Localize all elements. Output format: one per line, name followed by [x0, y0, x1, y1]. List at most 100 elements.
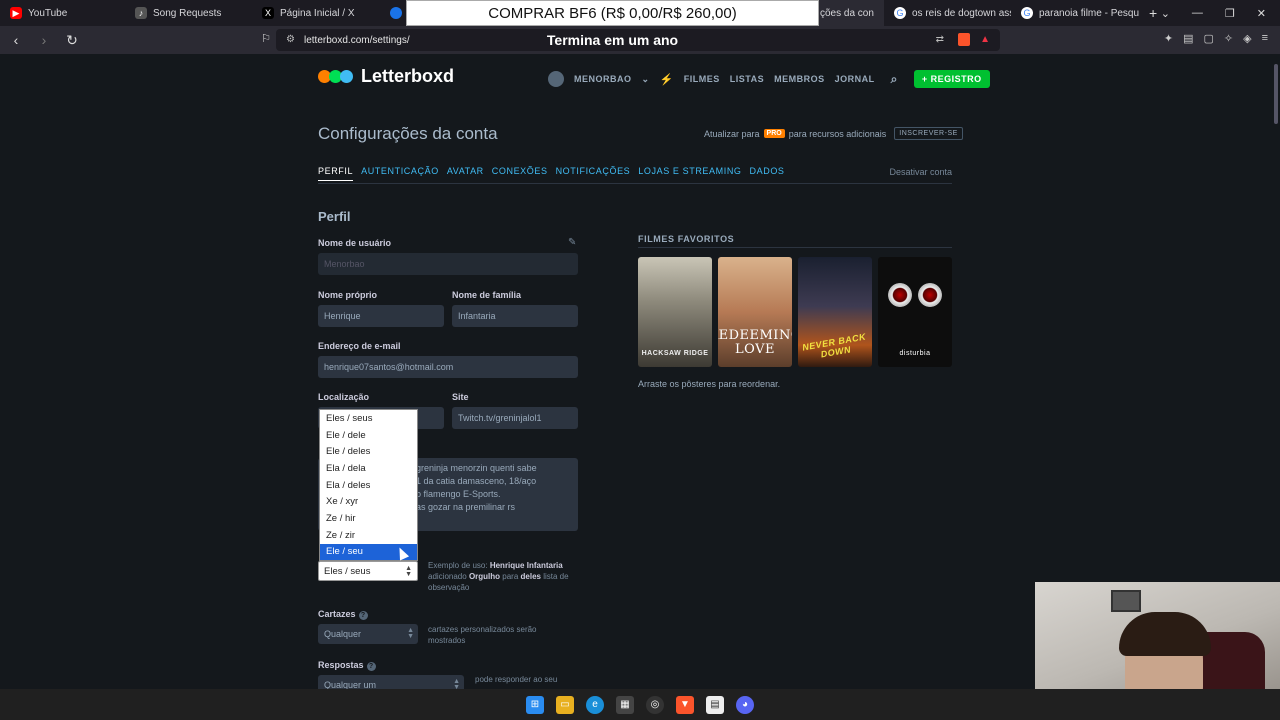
logo-dots-icon — [318, 70, 353, 83]
tab-paranoia[interactable]: G paranoia filme - Pesquisa — [1011, 0, 1139, 26]
register-button[interactable]: + REGISTRO — [913, 70, 990, 88]
pronoun-option[interactable]: Eles / seus — [320, 410, 417, 427]
pronoun-option[interactable]: Ela / dela — [320, 460, 417, 477]
deactivate-account-link[interactable]: Desativar conta — [889, 167, 952, 177]
tab-label: ções da con — [820, 7, 874, 19]
select-arrows-icon: ▲ ▼ — [407, 627, 414, 640]
tab-notifications[interactable]: NOTIFICAÇÕES — [556, 166, 631, 181]
tab-connections[interactable]: CONEXÕES — [492, 166, 548, 181]
file-explorer-icon[interactable]: ▭ — [556, 695, 574, 714]
minimize-icon[interactable]: — — [1192, 7, 1203, 19]
pronoun-select[interactable]: Eles / seus ▲ ▼ — [318, 561, 418, 581]
note-pronoun: deles — [520, 572, 541, 581]
x-icon: X — [262, 7, 274, 19]
menu-icon[interactable]: ≡ — [1262, 32, 1268, 45]
discord-icon[interactable]: ◕ — [736, 695, 754, 714]
tab-data[interactable]: DADOS — [750, 166, 785, 181]
chevron-down-icon[interactable]: ⌄ — [642, 74, 650, 85]
pronoun-option[interactable]: Ze / zir — [320, 527, 417, 544]
maximize-icon[interactable]: ❐ — [1225, 7, 1235, 20]
email-field[interactable]: henrique07santos@hotmail.com — [318, 356, 578, 378]
tab-song-requests[interactable]: ♪ Song Requests — [125, 0, 252, 26]
note-item: Orgulho — [468, 572, 501, 581]
leo-icon[interactable]: ✧ — [1224, 32, 1233, 45]
posters-label: Cartazes? — [318, 609, 368, 620]
brave-shield-icon[interactable] — [958, 33, 970, 46]
bookmark-icon[interactable]: ⚐ — [256, 32, 276, 45]
poster-never-back-down[interactable]: NEVER BACK DOWN — [798, 257, 872, 367]
sidebar-icon[interactable]: ▤ — [1183, 32, 1193, 45]
posters-note-line: mostrados — [428, 636, 466, 645]
location-label: Localização — [318, 392, 370, 402]
help-icon[interactable]: ? — [366, 662, 376, 671]
wallet-icon[interactable]: ▢ — [1203, 32, 1213, 45]
tab-stores-streaming[interactable]: LOJAS E STREAMING — [638, 166, 741, 181]
logo-dot — [340, 70, 353, 83]
site-info-icon[interactable]: ⚙ — [286, 34, 295, 45]
pronoun-select-value: Eles / seus — [324, 565, 371, 577]
nav-lists[interactable]: LISTAS — [730, 74, 764, 84]
pencil-icon[interactable]: ✎ — [568, 237, 576, 248]
subscribe-button[interactable]: INSCREVER-SE — [894, 127, 963, 140]
avatar[interactable] — [548, 71, 564, 87]
nav-members[interactable]: MEMBROS — [774, 74, 825, 84]
brave-icon[interactable]: ▼ — [676, 695, 694, 714]
chrome-icon — [390, 7, 402, 19]
letterboxd-logo[interactable]: Letterboxd — [318, 66, 454, 87]
tab-list-icon[interactable]: ⌄ — [1161, 7, 1170, 20]
pronoun-option[interactable]: Ze / hir — [320, 510, 417, 527]
poster-redeeming-love[interactable]: REDEEMING LOVE — [718, 257, 792, 367]
rewards-icon[interactable]: ▲ — [980, 34, 990, 45]
poster-hacksaw-ridge[interactable]: HACKSAW RIDGE — [638, 257, 712, 367]
close-window-icon[interactable]: ✕ — [1257, 7, 1266, 20]
obs-icon[interactable]: ◎ — [646, 695, 664, 714]
edge-icon[interactable]: e — [586, 695, 604, 714]
poster-title: disturbia — [899, 350, 931, 357]
forward-icon[interactable]: › — [34, 32, 54, 48]
tab-avatar[interactable]: AVATAR — [447, 166, 484, 181]
google-icon: G — [1021, 7, 1033, 19]
help-icon[interactable]: ? — [358, 611, 368, 620]
note-prefix: Exemplo de uso: — [428, 561, 488, 570]
tabs-divider — [318, 183, 952, 184]
tab-authentication[interactable]: AUTENTICAÇÃO — [361, 166, 439, 181]
tab-x[interactable]: X Página Inicial / X — [252, 0, 380, 26]
notepad-icon[interactable]: ▤ — [706, 695, 724, 714]
first-name-field[interactable]: Henrique — [318, 305, 444, 327]
nav-journal[interactable]: JORNAL — [835, 74, 875, 84]
tab-youtube[interactable]: ▶ YouTube — [0, 0, 125, 26]
windows-start-icon[interactable]: ⊞ — [526, 695, 544, 714]
pronoun-option[interactable]: Ela / deles — [320, 477, 417, 494]
translate-icon[interactable]: ⇄ — [936, 34, 944, 45]
search-icon[interactable]: ⌕ — [891, 72, 898, 87]
scrollbar-thumb[interactable] — [1274, 64, 1278, 124]
streamer-hair — [1119, 612, 1211, 656]
tab-dogtown[interactable]: G os reis de dogtown assist — [884, 0, 1011, 26]
favorites-title: FILMES FAVORITOS — [638, 234, 735, 244]
back-icon[interactable]: ‹ — [6, 32, 26, 48]
last-name-field[interactable]: Infantaria — [452, 305, 578, 327]
pronoun-option[interactable]: Ele / dele — [320, 427, 417, 444]
note-to: para — [502, 572, 519, 581]
nav-user[interactable]: MENORBAO — [574, 74, 632, 84]
posters-select[interactable]: Qualquer ▲ ▼ — [318, 624, 418, 644]
store-icon[interactable]: ▦ — [616, 695, 634, 714]
extensions-icon[interactable]: ✦ — [1164, 32, 1173, 45]
pronoun-dropdown-list: Eles / seus Ele / dele Ele / deles Ela /… — [319, 409, 418, 562]
reload-icon[interactable]: ↻ — [62, 32, 82, 49]
nav-films[interactable]: FILMES — [684, 74, 720, 84]
site-header: Letterboxd MENORBAO ⌄ ⚡ FILMES LISTAS ME… — [0, 54, 1280, 102]
poster-title: REDEEMING LOVE — [718, 328, 792, 357]
pro-badge: PRO — [763, 129, 785, 138]
upgrade-promo: Atualizar para PRO para recursos adicion… — [704, 127, 963, 140]
google-icon: G — [894, 7, 906, 19]
activity-icon[interactable]: ⚡ — [660, 73, 674, 86]
countdown-text: Termina em um ano — [546, 32, 679, 48]
site-field[interactable]: Twitch.tv/greninjalol1 — [452, 407, 578, 429]
pronoun-option[interactable]: Xe / xyr — [320, 493, 417, 510]
tab-profile[interactable]: PERFIL — [318, 166, 354, 181]
tab-letterboxd-settings[interactable]: ções da con ✕ — [810, 0, 884, 26]
poster-disturbia[interactable]: disturbia — [878, 257, 952, 367]
pronoun-option[interactable]: Ele / deles — [320, 443, 417, 460]
vpn-icon[interactable]: ◈ — [1243, 32, 1251, 45]
